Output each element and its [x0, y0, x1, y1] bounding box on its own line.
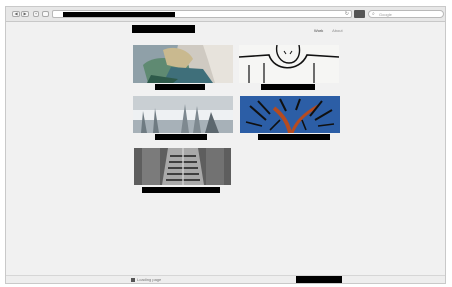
status-text: Loading page [137, 277, 162, 282]
add-tab-button[interactable]: + [33, 11, 39, 17]
address-bar[interactable]: ↻ [52, 10, 352, 18]
nav-item-work[interactable]: Work [314, 28, 323, 33]
back-icon: ◀ [14, 11, 18, 16]
gallery-item[interactable] [239, 45, 339, 91]
artwork-thumbnail[interactable] [134, 148, 231, 185]
browser-toolbar: ◀ ▶ + ↻ ⌕ Google [6, 7, 445, 22]
page-icon [131, 278, 135, 282]
artwork-thumbnail[interactable] [133, 45, 233, 83]
redacted-url [63, 12, 175, 17]
search-placeholder: Google [379, 12, 392, 17]
artwork-caption-redacted[interactable] [155, 84, 205, 90]
site-title-redacted[interactable] [132, 25, 195, 33]
forward-button[interactable]: ▶ [21, 11, 29, 17]
artwork-caption-redacted[interactable] [142, 187, 220, 193]
plus-icon: + [34, 11, 38, 16]
bookmark-icon[interactable] [354, 10, 365, 18]
artwork-caption-redacted[interactable] [258, 134, 330, 140]
forward-icon: ▶ [23, 11, 27, 16]
artwork-caption-redacted[interactable] [261, 84, 315, 90]
artwork-caption-redacted[interactable] [155, 134, 207, 140]
search-input[interactable]: ⌕ Google [368, 10, 444, 18]
home-button[interactable] [42, 11, 49, 17]
search-icon: ⌕ [372, 11, 375, 17]
top-navigation: Work About [314, 28, 351, 33]
artwork-thumbnail[interactable] [133, 96, 233, 133]
reload-icon[interactable]: ↻ [345, 11, 349, 17]
gallery-item[interactable] [133, 96, 233, 142]
gallery-item[interactable] [240, 96, 340, 142]
redacted-status [296, 276, 342, 283]
browser-window: ◀ ▶ + ↻ ⌕ Google Work About Loading page [5, 6, 446, 284]
gallery-item[interactable] [134, 148, 234, 198]
gallery-item[interactable] [133, 45, 233, 91]
back-button[interactable]: ◀ [12, 11, 20, 17]
browser-status-bar: Loading page [6, 275, 445, 283]
artwork-thumbnail[interactable] [240, 96, 340, 133]
artwork-thumbnail[interactable] [239, 45, 339, 83]
nav-item-about[interactable]: About [332, 28, 342, 33]
